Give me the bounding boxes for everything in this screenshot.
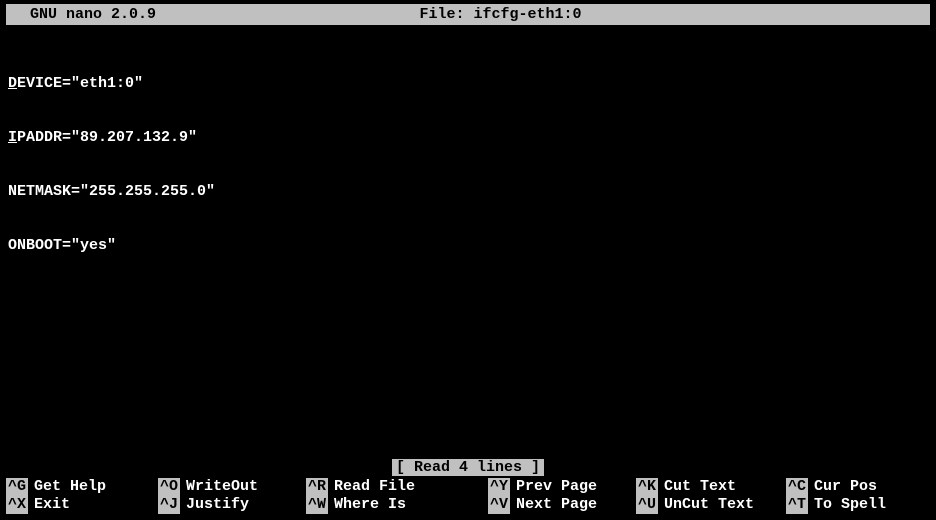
shortcut-key: ^T <box>786 496 808 514</box>
shortcut-key: ^J <box>158 496 180 514</box>
shortcut-next-page[interactable]: ^V Next Page <box>488 496 636 514</box>
file-name: File: ifcfg-eth1:0 <box>419 6 581 23</box>
shortcut-label: WriteOut <box>180 478 258 496</box>
shortcut-key: ^X <box>6 496 28 514</box>
shortcut-label: Cur Pos <box>808 478 877 496</box>
shortcut-read-file[interactable]: ^R Read File <box>306 478 488 496</box>
shortcut-label: To Spell <box>808 496 886 514</box>
shortcut-key: ^G <box>6 478 28 496</box>
shortcut-label: Where Is <box>328 496 406 514</box>
shortcut-label: Read File <box>328 478 415 496</box>
shortcut-label: Exit <box>28 496 70 514</box>
shortcut-justify[interactable]: ^J Justify <box>158 496 306 514</box>
shortcut-where-is[interactable]: ^W Where Is <box>306 496 488 514</box>
shortcut-label: Prev Page <box>510 478 597 496</box>
app-name: GNU nano 2.0.9 <box>12 6 156 23</box>
shortcut-uncut-text[interactable]: ^U UnCut Text <box>636 496 786 514</box>
status-message: [ Read 4 lines ] <box>392 459 544 476</box>
shortcut-key: ^U <box>636 496 658 514</box>
content-line: ONBOOT="yes" <box>8 237 928 255</box>
shortcut-key: ^Y <box>488 478 510 496</box>
shortcut-label: UnCut Text <box>658 496 754 514</box>
shortcut-exit[interactable]: ^X Exit <box>6 496 158 514</box>
shortcut-to-spell[interactable]: ^T To Spell <box>786 496 926 514</box>
shortcut-label: Next Page <box>510 496 597 514</box>
line-text: PADDR="89.207.132.9" <box>17 129 197 146</box>
status-bar: [ Read 4 lines ] <box>0 459 936 476</box>
shortcut-writeout[interactable]: ^O WriteOut <box>158 478 306 496</box>
shortcut-label: Justify <box>180 496 249 514</box>
line-text: EVICE="eth1:0" <box>17 75 143 92</box>
shortcut-get-help[interactable]: ^G Get Help <box>6 478 158 496</box>
shortcut-bar: ^G Get Help ^O WriteOut ^R Read File ^Y … <box>6 478 930 514</box>
shortcut-key: ^W <box>306 496 328 514</box>
shortcut-label: Cut Text <box>658 478 736 496</box>
shortcut-row-1: ^G Get Help ^O WriteOut ^R Read File ^Y … <box>6 478 930 496</box>
content-line: NETMASK="255.255.255.0" <box>8 183 928 201</box>
title-bar: GNU nano 2.0.9 File: ifcfg-eth1:0 <box>6 4 930 25</box>
shortcut-label: Get Help <box>28 478 106 496</box>
editor-content[interactable]: DEVICE="eth1:0" IPADDR="89.207.132.9" NE… <box>0 35 936 277</box>
shortcut-cut-text[interactable]: ^K Cut Text <box>636 478 786 496</box>
shortcut-cur-pos[interactable]: ^C Cur Pos <box>786 478 926 496</box>
shortcut-key: ^R <box>306 478 328 496</box>
content-line: IPADDR="89.207.132.9" <box>8 129 928 147</box>
shortcut-row-2: ^X Exit ^J Justify ^W Where Is ^V Next P… <box>6 496 930 514</box>
shortcut-key: ^O <box>158 478 180 496</box>
shortcut-prev-page[interactable]: ^Y Prev Page <box>488 478 636 496</box>
content-line: DEVICE="eth1:0" <box>8 75 928 93</box>
shortcut-key: ^V <box>488 496 510 514</box>
shortcut-key: ^C <box>786 478 808 496</box>
shortcut-key: ^K <box>636 478 658 496</box>
